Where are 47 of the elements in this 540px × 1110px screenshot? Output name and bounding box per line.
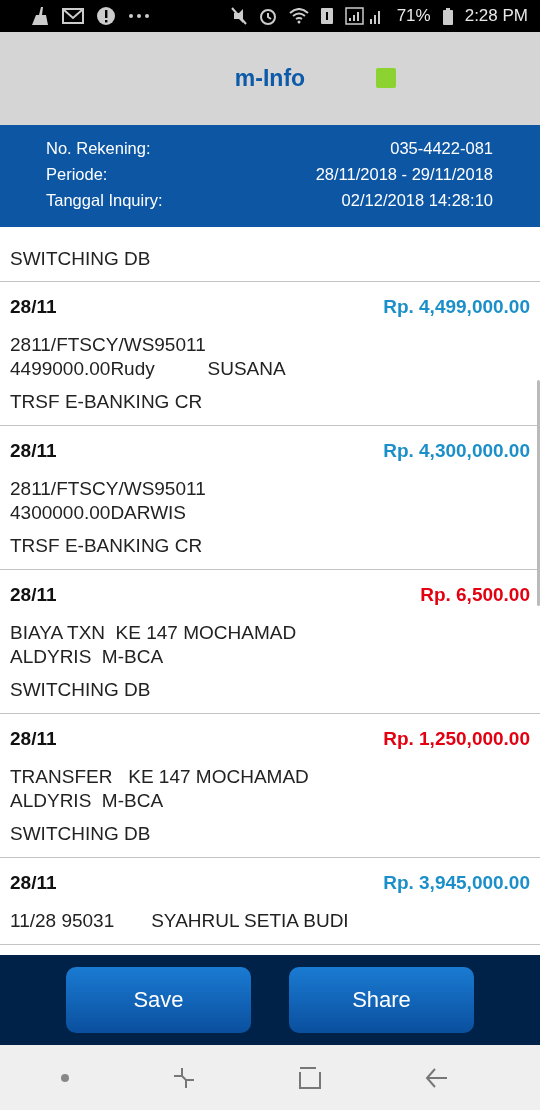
info-value: 28/11/2018 - 29/11/2018	[315, 164, 493, 185]
transaction-description: ALDYRIS M-BCA	[10, 789, 165, 813]
share-button[interactable]: Share	[289, 967, 474, 1033]
transaction-description: ALDYRIS M-BCA	[10, 645, 165, 669]
transaction-description: TRANSFER KE 147 MOCHAMAD	[10, 765, 310, 789]
transaction-description: 2811/FTSCY/WS95011	[10, 333, 207, 357]
transaction-type: TRSF E-BANKING CR	[10, 534, 204, 558]
transaction-date: 28/11	[10, 439, 57, 463]
info-label: Periode:	[46, 164, 108, 185]
status-indicator	[376, 68, 396, 88]
app-title: m-Info	[234, 65, 306, 92]
transaction-description: BIAYA TXN KE 147 MOCHAMAD	[10, 621, 298, 645]
battery-icon	[442, 7, 453, 25]
mute-icon	[230, 7, 247, 25]
save-button[interactable]: Save	[66, 967, 251, 1033]
transaction-date: 28/11	[10, 295, 57, 319]
transaction-description: 4499000.00Rudy SUSANA	[10, 357, 287, 381]
transaction-type: SWITCHING DB	[10, 678, 152, 702]
info-label: Tanggal Inquiry:	[46, 190, 163, 211]
info-label: No. Rekening:	[46, 138, 151, 159]
cleaner-icon	[30, 7, 50, 25]
battery-percentage: 71%	[396, 6, 431, 26]
transaction-description: 4300000.00DARWIS	[10, 501, 188, 525]
transaction-description: 2811/FTSCY/WS95011	[10, 477, 207, 501]
transaction-date: 28/11	[10, 727, 57, 751]
mail-icon	[62, 7, 84, 25]
dot-icon[interactable]	[61, 1073, 70, 1082]
back-icon[interactable]	[424, 1066, 449, 1089]
alert-icon	[96, 6, 116, 26]
transaction-amount: Rp. 6,500.00	[420, 583, 530, 607]
alarm-icon	[258, 7, 277, 25]
transaction-date: 28/11	[10, 871, 57, 895]
transaction-amount: Rp. 3,945,000.00	[383, 871, 530, 895]
transaction-amount: Rp. 4,300,000.00	[383, 439, 530, 463]
transaction-description: 11/28 95031 SYAHRUL SETIA BUDI	[10, 909, 350, 933]
more-icon	[128, 13, 150, 19]
transaction-type: SWITCHING DB	[10, 247, 152, 271]
info-value: 035-4422-081	[390, 138, 493, 159]
transaction-type: SWITCHING DB	[10, 822, 152, 846]
transaction-date: 28/11	[10, 583, 57, 607]
transaction-amount: Rp. 1,250,000.00	[383, 727, 530, 751]
clock: 2:28 PM	[464, 6, 528, 26]
wifi-icon	[288, 8, 309, 24]
transaction-amount: Rp. 4,499,000.00	[383, 295, 530, 319]
transaction-type: TRSF E-BANKING CR	[10, 390, 204, 414]
home-icon[interactable]	[298, 1065, 323, 1090]
info-value: 02/12/2018 14:28:10	[341, 190, 493, 211]
